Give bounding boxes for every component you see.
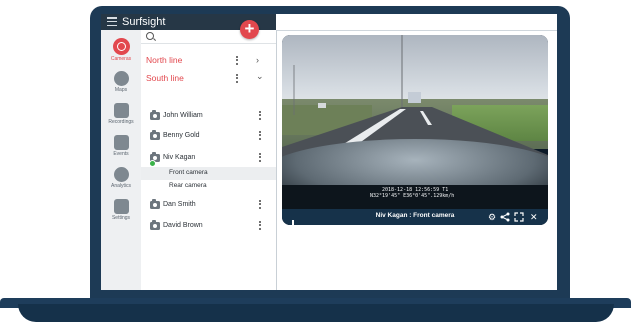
- more-icon[interactable]: [259, 153, 261, 163]
- app-screen: Surfsight Cameras Maps Recordings Events…: [101, 14, 557, 290]
- video-timestamp-overlay: 2018-12-18 12:56:59 T1 N32°19'45" E36°0'…: [370, 187, 454, 199]
- more-icon[interactable]: [236, 74, 238, 84]
- chart-icon: [113, 167, 129, 182]
- add-button[interactable]: +: [240, 20, 259, 39]
- vehicle-item[interactable]: David Brown: [141, 220, 276, 236]
- nav-label: Cameras: [110, 56, 132, 62]
- online-status-dot: [149, 160, 156, 167]
- vehicle-label: David Brown: [163, 222, 203, 229]
- more-icon[interactable]: [259, 200, 261, 210]
- laptop-base: [18, 304, 614, 322]
- camera-label: Front camera: [169, 169, 208, 176]
- chevron-right-icon[interactable]: ›: [256, 55, 259, 65]
- camera-icon: [150, 110, 160, 120]
- gps-line: N32°19'45" E36°0'45".129km/h: [370, 193, 455, 199]
- vehicle-item[interactable]: Benny Gold: [141, 130, 276, 146]
- nav-label: Analytics: [110, 183, 131, 189]
- camera-label: Rear camera: [169, 182, 207, 189]
- vehicle-item[interactable]: Dan Smith: [141, 199, 276, 215]
- vehicle-item[interactable]: John William: [141, 110, 276, 126]
- nav-item-maps[interactable]: Maps: [101, 71, 141, 93]
- menu-icon[interactable]: [107, 17, 117, 27]
- vehicle-item[interactable]: Niv Kagan: [141, 152, 276, 168]
- more-icon[interactable]: [259, 221, 261, 231]
- more-icon[interactable]: [259, 111, 261, 121]
- camera-item-front[interactable]: Front camera: [141, 167, 276, 180]
- app-title: Surfsight: [122, 16, 166, 28]
- close-icon[interactable]: ✕: [530, 212, 538, 222]
- camera-icon: [150, 130, 160, 140]
- nav-item-analytics[interactable]: Analytics: [101, 167, 141, 189]
- nav-rail: Cameras Maps Recordings Events Analytics…: [101, 30, 142, 290]
- camera-item-rear[interactable]: Rear camera: [141, 180, 276, 193]
- more-icon[interactable]: [236, 56, 238, 66]
- vehicle-panel: North line › South line ⌄ John William B…: [141, 30, 277, 290]
- group-north-line[interactable]: North line ›: [141, 52, 276, 70]
- nav-label: Maps: [114, 87, 128, 93]
- vehicle-label: Benny Gold: [163, 132, 200, 139]
- vehicle-label: Niv Kagan: [163, 154, 196, 161]
- nav-item-settings[interactable]: Settings: [101, 199, 141, 221]
- nav-label: Settings: [111, 215, 131, 221]
- gear-icon: [113, 199, 129, 214]
- nav-item-cameras[interactable]: Cameras: [101, 38, 141, 62]
- fullscreen-icon[interactable]: [514, 212, 524, 222]
- vehicle-label: John William: [163, 112, 203, 119]
- camera-icon: [112, 38, 130, 55]
- search-icon: [146, 32, 154, 40]
- video-icon: [113, 103, 129, 118]
- more-icon[interactable]: [259, 131, 261, 141]
- share-icon[interactable]: [500, 212, 510, 222]
- nav-item-events[interactable]: Events: [101, 135, 141, 157]
- camera-icon: [150, 220, 160, 230]
- group-south-line[interactable]: South line ⌄: [141, 70, 276, 88]
- group-label: North line: [146, 55, 183, 65]
- camera-icon: [150, 199, 160, 209]
- map-pin-icon: [113, 71, 129, 86]
- nav-label: Events: [113, 151, 129, 157]
- video-player[interactable]: 2018-12-18 12:56:59 T1 N32°19'45" E36°0'…: [282, 35, 548, 225]
- calendar-icon: [113, 135, 129, 150]
- header-right-area: [276, 14, 557, 31]
- group-label: South line: [146, 73, 184, 83]
- chevron-down-icon[interactable]: ⌄: [256, 71, 264, 81]
- nav-label: Recordings: [108, 119, 134, 125]
- gear-icon[interactable]: ⚙: [488, 212, 496, 222]
- vehicle-label: Dan Smith: [163, 201, 196, 208]
- player-control-bar: Niv Kagan : Front camera ⚙ ✕: [282, 209, 548, 225]
- nav-item-recordings[interactable]: Recordings: [101, 103, 141, 125]
